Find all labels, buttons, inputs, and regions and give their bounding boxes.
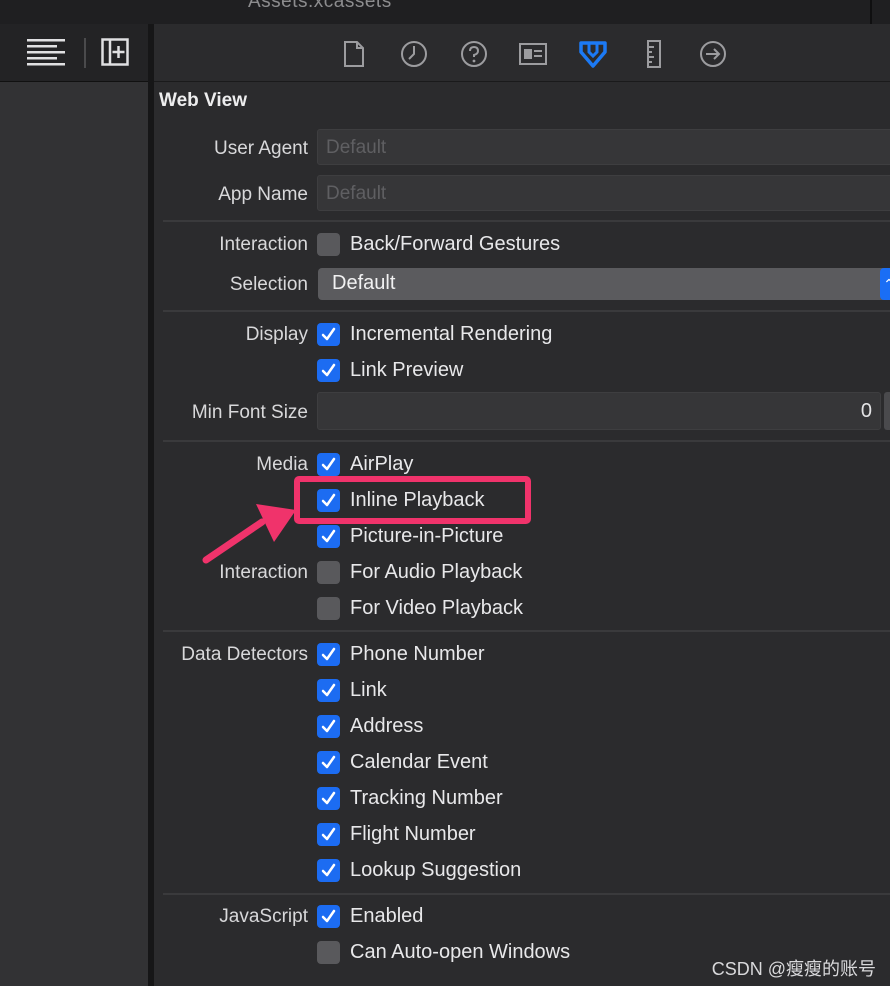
video-playback-checkbox[interactable] (317, 597, 340, 620)
video-playback-label[interactable]: For Video Playback (350, 597, 523, 620)
media-label: Media (256, 454, 308, 475)
selection-popup[interactable]: Default ⌃ (318, 268, 890, 300)
picture-in-picture-checkbox[interactable] (317, 525, 340, 548)
data-detectors-label: Data Detectors (181, 644, 308, 665)
airplay-label[interactable]: AirPlay (350, 453, 413, 476)
phone-number-checkbox[interactable] (317, 643, 340, 666)
annotation-arrow-icon (202, 504, 296, 564)
separator (163, 310, 890, 312)
airplay-checkbox[interactable] (317, 453, 340, 476)
incremental-rendering-checkbox[interactable] (317, 323, 340, 346)
auto-open-windows-checkbox[interactable] (317, 941, 340, 964)
address-checkbox[interactable] (317, 715, 340, 738)
min-font-size-label: Min Font Size (191, 402, 308, 423)
back-forward-checkbox[interactable] (317, 233, 340, 256)
min-font-size-field[interactable]: 0 (317, 392, 881, 430)
file-icon[interactable] (339, 40, 369, 68)
javascript-enabled-checkbox[interactable] (317, 905, 340, 928)
section-title: Web View (159, 90, 247, 111)
connections-arrow-icon[interactable] (698, 40, 728, 68)
lookup-suggestion-label[interactable]: Lookup Suggestion (350, 859, 521, 882)
inspector-tab-bar (154, 24, 890, 82)
javascript-enabled-label[interactable]: Enabled (350, 905, 423, 928)
calendar-event-checkbox[interactable] (317, 751, 340, 774)
annotation-highlight-box (294, 476, 531, 524)
phone-number-label[interactable]: Phone Number (350, 643, 485, 666)
link-checkbox[interactable] (317, 679, 340, 702)
address-label[interactable]: Address (350, 715, 423, 738)
editor-tab-bar: Assets.xcassets (0, 0, 890, 24)
tracking-number-checkbox[interactable] (317, 787, 340, 810)
link-label[interactable]: Link (350, 679, 387, 702)
separator (163, 893, 890, 895)
app-name-label: App Name (218, 184, 308, 205)
back-forward-label[interactable]: Back/Forward Gestures (350, 233, 560, 256)
selection-value: Default (332, 272, 396, 294)
attributes-arrow-down-icon[interactable] (578, 40, 608, 68)
navigator-toolbar (0, 24, 150, 82)
javascript-label: JavaScript (219, 906, 308, 927)
separator (163, 220, 890, 222)
audio-playback-checkbox[interactable] (317, 561, 340, 584)
text-align-left-icon[interactable] (27, 39, 65, 72)
media-interaction-label: Interaction (219, 562, 308, 583)
link-preview-label[interactable]: Link Preview (350, 359, 463, 382)
file-tab-label[interactable]: Assets.xcassets (248, 0, 392, 13)
add-editor-icon[interactable] (101, 38, 129, 71)
ruler-icon[interactable] (639, 40, 669, 68)
divider (870, 0, 872, 24)
min-font-size-stepper[interactable] (884, 392, 890, 430)
app-name-field[interactable]: Default (317, 175, 890, 211)
chevron-up-down-icon: ⌃ (880, 268, 890, 300)
separator (163, 440, 890, 442)
tracking-number-label[interactable]: Tracking Number (350, 787, 503, 810)
audio-playback-label[interactable]: For Audio Playback (350, 561, 522, 584)
interaction-label: Interaction (219, 234, 308, 255)
picture-in-picture-label[interactable]: Picture-in-Picture (350, 525, 503, 548)
identity-card-icon[interactable] (518, 40, 548, 68)
user-agent-field[interactable]: Default (317, 129, 890, 165)
calendar-event-label[interactable]: Calendar Event (350, 751, 488, 774)
separator (163, 630, 890, 632)
lookup-suggestion-checkbox[interactable] (317, 859, 340, 882)
watermark: CSDN @瘦瘦的账号 (711, 959, 876, 979)
display-label: Display (245, 324, 308, 345)
incremental-rendering-label[interactable]: Incremental Rendering (350, 323, 552, 346)
flight-number-checkbox[interactable] (317, 823, 340, 846)
toolbar-separator (84, 38, 86, 68)
link-preview-checkbox[interactable] (317, 359, 340, 382)
user-agent-label: User Agent (214, 138, 308, 159)
history-clock-icon[interactable] (399, 40, 429, 68)
auto-open-windows-label[interactable]: Can Auto-open Windows (350, 941, 570, 964)
selection-label: Selection (229, 274, 308, 295)
navigator-panel (0, 82, 148, 986)
flight-number-label[interactable]: Flight Number (350, 823, 476, 846)
help-circle-icon[interactable] (459, 40, 489, 68)
